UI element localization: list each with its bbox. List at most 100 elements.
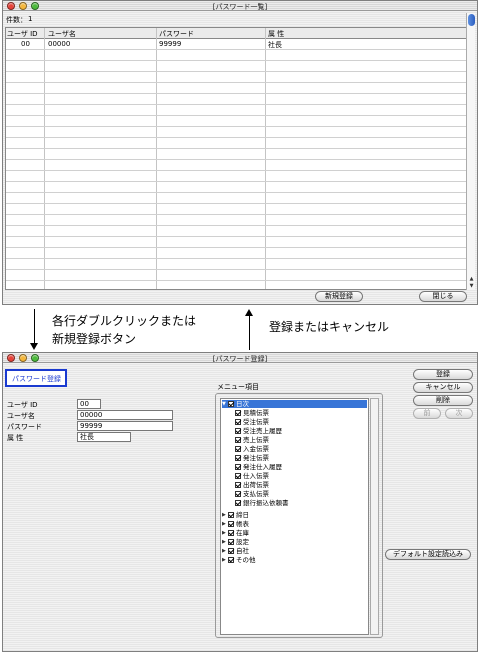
tree-item[interactable]: 売上伝票	[235, 436, 269, 444]
tree-group[interactable]: ▶ 在庫	[222, 529, 249, 537]
down-arrow-icon	[30, 343, 38, 350]
tree-item[interactable]: 出荷伝票	[235, 481, 269, 489]
password-label: パスワード	[7, 423, 42, 431]
up-arrow-line	[249, 316, 250, 350]
scroll-down-arrow-icon[interactable]: ▼	[467, 283, 476, 289]
tree-item[interactable]: 発注伝票	[235, 454, 269, 462]
table-row[interactable]	[6, 50, 467, 61]
checkbox-icon[interactable]	[235, 410, 241, 416]
scroll-thumb[interactable]	[468, 14, 475, 26]
tree-item[interactable]: 入金伝票	[235, 445, 269, 453]
checkbox-icon[interactable]	[228, 401, 234, 407]
scroll-up-arrow-icon[interactable]: ▲	[467, 276, 476, 282]
checkbox-icon[interactable]	[235, 446, 241, 452]
table-row[interactable]	[6, 193, 467, 204]
tree-item[interactable]: 受注売上履歴	[235, 427, 282, 435]
table-row[interactable]	[6, 83, 467, 94]
checkbox-icon[interactable]	[228, 530, 234, 536]
tree-group[interactable]: ▶ 締日	[222, 511, 249, 519]
tree-item[interactable]: 見積伝票	[235, 409, 269, 417]
user-name-field[interactable]: 00000	[77, 410, 173, 420]
password-register-window: [パスワード登録] パスワード登録 ユーザ ID 00 ユーザ名 00000 パ…	[2, 352, 478, 652]
table-row[interactable]	[6, 160, 467, 171]
column-header-attribute[interactable]: 属 性	[268, 29, 284, 39]
table-row[interactable]	[6, 149, 467, 160]
user-name-label: ユーザ名	[7, 412, 35, 420]
checkbox-icon[interactable]	[228, 548, 234, 554]
prev-button[interactable]: 前	[413, 408, 441, 419]
checkbox-icon[interactable]	[235, 419, 241, 425]
table-row[interactable]	[6, 237, 467, 248]
menu-items-panel: ▼ 日次 見積伝票 受注伝票 受注売上履歴 売上伝票 入金伝票 発注伝票 発注仕入…	[215, 393, 383, 638]
table-row[interactable]	[6, 215, 467, 226]
table-row[interactable]	[6, 94, 467, 105]
table-row[interactable]	[6, 171, 467, 182]
tree-group[interactable]: ▶ 帳表	[222, 520, 249, 528]
tree-item[interactable]: 受注伝票	[235, 418, 269, 426]
tree-item[interactable]: 支払伝票	[235, 490, 269, 498]
annotation-double-click: 各行ダブルクリックまたは	[52, 314, 197, 328]
table-row[interactable]	[6, 259, 467, 270]
load-default-settings-button[interactable]: デフォルト設定読込み	[385, 549, 471, 560]
register-titlebar: [パスワード登録]	[3, 353, 477, 363]
delete-button[interactable]: 削除	[413, 395, 473, 406]
section-label-box: パスワード登録	[5, 369, 67, 387]
table-header: ユーザ ID ユーザ名 パスワード 属 性	[6, 28, 467, 39]
list-titlebar: [パスワード一覧]	[3, 1, 477, 11]
new-register-button[interactable]: 新規登録	[315, 291, 363, 302]
table-row[interactable]: 00 00000 99999 社長	[6, 39, 467, 50]
cancel-button[interactable]: キャンセル	[413, 382, 473, 393]
table-row[interactable]	[6, 105, 467, 116]
row-user-name: 00000	[48, 40, 71, 48]
password-table: ユーザ ID ユーザ名 パスワード 属 性 00 00000 99999 社長	[5, 27, 468, 290]
attribute-field[interactable]: 社長	[77, 432, 131, 442]
tree-group[interactable]: ▶ その他	[222, 556, 256, 564]
tree-item[interactable]: 仕入伝票	[235, 472, 269, 480]
menu-items-label: メニュー項目	[217, 383, 259, 391]
checkbox-icon[interactable]	[228, 521, 234, 527]
table-row[interactable]	[6, 182, 467, 193]
table-row[interactable]	[6, 138, 467, 149]
checkbox-icon[interactable]	[235, 482, 241, 488]
checkbox-icon[interactable]	[228, 512, 234, 518]
tree-group[interactable]: ▶ 設定	[222, 538, 249, 546]
password-field[interactable]: 99999	[77, 421, 173, 431]
annotation-register-or-cancel: 登録またはキャンセル	[269, 320, 390, 334]
checkbox-icon[interactable]	[235, 500, 241, 506]
checkbox-icon[interactable]	[235, 455, 241, 461]
checkbox-icon[interactable]	[235, 437, 241, 443]
up-arrow-icon	[245, 309, 253, 316]
column-header-user-id[interactable]: ユーザ ID	[7, 29, 38, 39]
tree-group[interactable]: ▶ 自社	[222, 547, 249, 555]
table-row[interactable]	[6, 116, 467, 127]
table-row[interactable]	[6, 204, 467, 215]
checkbox-icon[interactable]	[235, 491, 241, 497]
list-window-title: [パスワード一覧]	[212, 3, 268, 11]
checkbox-icon[interactable]	[228, 539, 234, 545]
column-header-password[interactable]: パスワード	[159, 29, 194, 39]
list-vertical-scrollbar[interactable]: ▲ ▼	[466, 13, 475, 290]
down-arrow-line	[34, 309, 35, 343]
table-row[interactable]	[6, 270, 467, 281]
menu-tree-scrollbar[interactable]	[370, 398, 379, 635]
user-id-field[interactable]: 00	[77, 399, 101, 409]
table-row[interactable]	[6, 248, 467, 259]
register-button[interactable]: 登録	[413, 369, 473, 380]
tree-group-daily[interactable]: ▼ 日次	[222, 400, 367, 408]
register-window-title: [パスワード登録]	[212, 355, 268, 363]
table-row[interactable]	[6, 72, 467, 83]
table-row[interactable]	[6, 61, 467, 72]
tree-item[interactable]: 発注仕入履歴	[235, 463, 282, 471]
table-row[interactable]	[6, 127, 467, 138]
checkbox-icon[interactable]	[228, 557, 234, 563]
checkbox-icon[interactable]	[235, 473, 241, 479]
checkbox-icon[interactable]	[235, 464, 241, 470]
menu-tree: ▼ 日次 見積伝票 受注伝票 受注売上履歴 売上伝票 入金伝票 発注伝票 発注仕入…	[220, 398, 369, 635]
next-button[interactable]: 次	[445, 408, 473, 419]
tree-item[interactable]: 銀行振込依頼書	[235, 499, 289, 507]
column-header-user-name[interactable]: ユーザ名	[48, 29, 76, 39]
checkbox-icon[interactable]	[235, 428, 241, 434]
table-row[interactable]	[6, 226, 467, 237]
count-value: 1	[28, 15, 33, 23]
close-button[interactable]: 閉じる	[419, 291, 467, 302]
